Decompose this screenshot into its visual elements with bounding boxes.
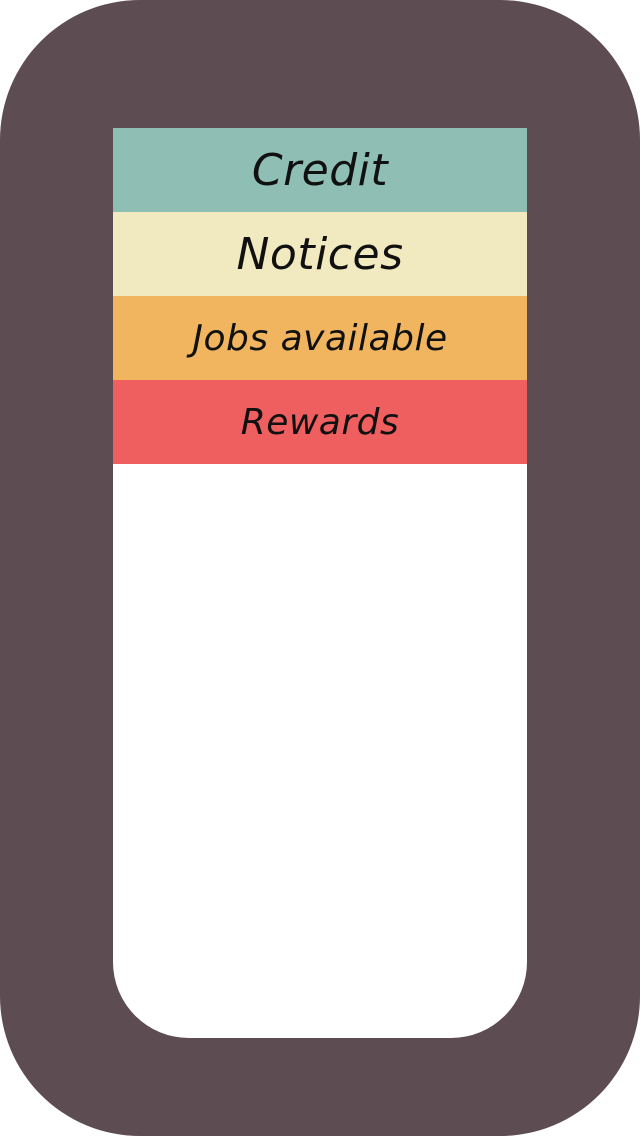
menu-item-notices-label: Notices [236,228,404,280]
main-menu: Credit Notices Jobs available Rewards [113,128,527,464]
menu-item-credit-label: Credit [251,144,389,196]
menu-item-notices[interactable]: Notices [113,212,527,296]
screen: Credit Notices Jobs available Rewards [113,128,527,1038]
menu-item-rewards[interactable]: Rewards [113,380,527,464]
device-frame: Credit Notices Jobs available Rewards [0,0,640,1136]
menu-item-rewards-label: Rewards [240,401,400,443]
menu-item-credit[interactable]: Credit [113,128,527,212]
menu-item-jobs-available[interactable]: Jobs available [113,296,527,380]
menu-item-jobs-available-label: Jobs available [192,317,448,359]
